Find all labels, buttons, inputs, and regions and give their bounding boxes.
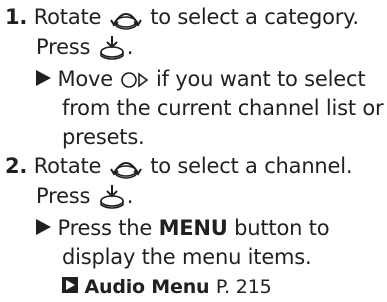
- step-2-note-line-1: Press the MENU button to: [36, 215, 330, 241]
- push-dial-icon: [99, 185, 124, 209]
- step-2-press-text: Press: [36, 184, 91, 208]
- step-1-press-end: .: [126, 35, 134, 59]
- step-1-note-line-1: Move if you want to select: [36, 66, 366, 92]
- step-1-note-text-b: if you want to select: [155, 67, 366, 91]
- cross-reference-arrow-icon: [62, 277, 78, 293]
- audio-menu-reference[interactable]: Audio Menu P. 215: [62, 273, 272, 300]
- step-1-number: 1.: [5, 5, 28, 29]
- right-triangle-icon: [36, 70, 51, 86]
- step-2-text-b: to select a channel.: [150, 154, 353, 178]
- step-1-line: 1. Rotate to select a category.: [5, 4, 359, 30]
- step-2-note-text-b: button to: [234, 216, 330, 240]
- step-1-press-text: Press: [36, 35, 91, 59]
- step-2-note-line-2-text: display the menu items.: [62, 245, 312, 269]
- step-1-note-line-3: presets.: [62, 124, 145, 150]
- step-1-text-b: to select a category.: [150, 5, 359, 29]
- push-dial-icon: [99, 36, 124, 60]
- audio-menu-page-ref: P. 215: [215, 276, 272, 298]
- step-2-line: 2. Rotate to select a channel.: [5, 153, 353, 179]
- step-2-press-end: .: [126, 184, 134, 208]
- step-2-number: 2.: [5, 154, 28, 178]
- rotary-dial-icon: [109, 162, 142, 179]
- move-right-icon: [121, 72, 149, 88]
- step-1-text-a: Rotate: [33, 5, 102, 29]
- menu-button-label: MENU: [158, 216, 228, 240]
- audio-menu-link[interactable]: Audio Menu: [84, 276, 209, 298]
- manual-instructions: 1. Rotate to select a category. Press . …: [0, 0, 387, 302]
- step-1-note-line-2: from the current channel list or: [62, 95, 384, 121]
- rotary-dial-icon: [109, 13, 142, 30]
- step-1-note-line-3-text: presets.: [62, 125, 145, 149]
- step-2-press-line: Press .: [36, 183, 133, 211]
- step-1-note-text-a: Move: [57, 67, 113, 91]
- step-1-note-line-2-text: from the current channel list or: [62, 96, 384, 120]
- step-2-note-line-2: display the menu items.: [62, 244, 312, 270]
- step-1-press-line: Press .: [36, 34, 133, 62]
- step-2-note-text-a: Press the: [57, 216, 153, 240]
- right-triangle-icon: [36, 219, 51, 235]
- step-2-text-a: Rotate: [33, 154, 102, 178]
